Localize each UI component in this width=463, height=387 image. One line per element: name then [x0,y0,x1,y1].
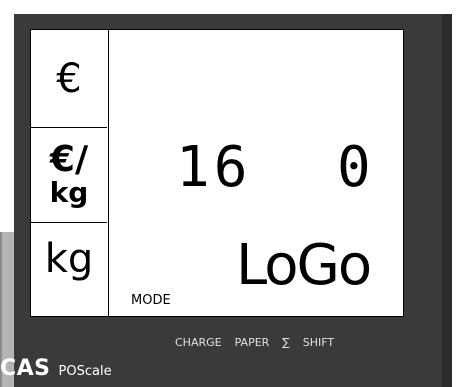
brand-name: CAS [0,356,51,381]
shift-key[interactable]: SHIFT [303,337,334,348]
unit-euro-label: € [56,55,82,102]
brand-logo: CAS POScale [0,356,112,381]
price-readout: 16 [176,135,252,200]
display-logo: LoGo [236,233,372,298]
unit-per-kg-label: kg [49,175,89,209]
paper-key[interactable]: PAPER [235,337,270,348]
unit-euro-per-kg: €/ kg [31,128,107,223]
weight-readout: 0 [337,135,371,200]
panel-edge [442,14,452,387]
charge-key[interactable]: CHARGE [175,337,222,348]
unit-euro-per-label: €/ [49,138,89,180]
scale-device: € €/ kg kg 16 0 LoGo MODE CHARGE PAPER ∑… [0,0,463,387]
unit-euro: € [31,30,107,128]
function-keys: CHARGE PAPER ∑ SHIFT [175,337,334,348]
sum-key[interactable]: ∑ [282,337,289,348]
brand-model: POScale [58,364,112,379]
lcd-screen: € €/ kg kg 16 0 LoGo MODE [30,29,404,317]
mode-indicator: MODE [131,293,171,308]
unit-kg-label: kg [44,235,94,282]
unit-kg: kg [31,223,107,316]
unit-column: € €/ kg kg [31,30,109,316]
